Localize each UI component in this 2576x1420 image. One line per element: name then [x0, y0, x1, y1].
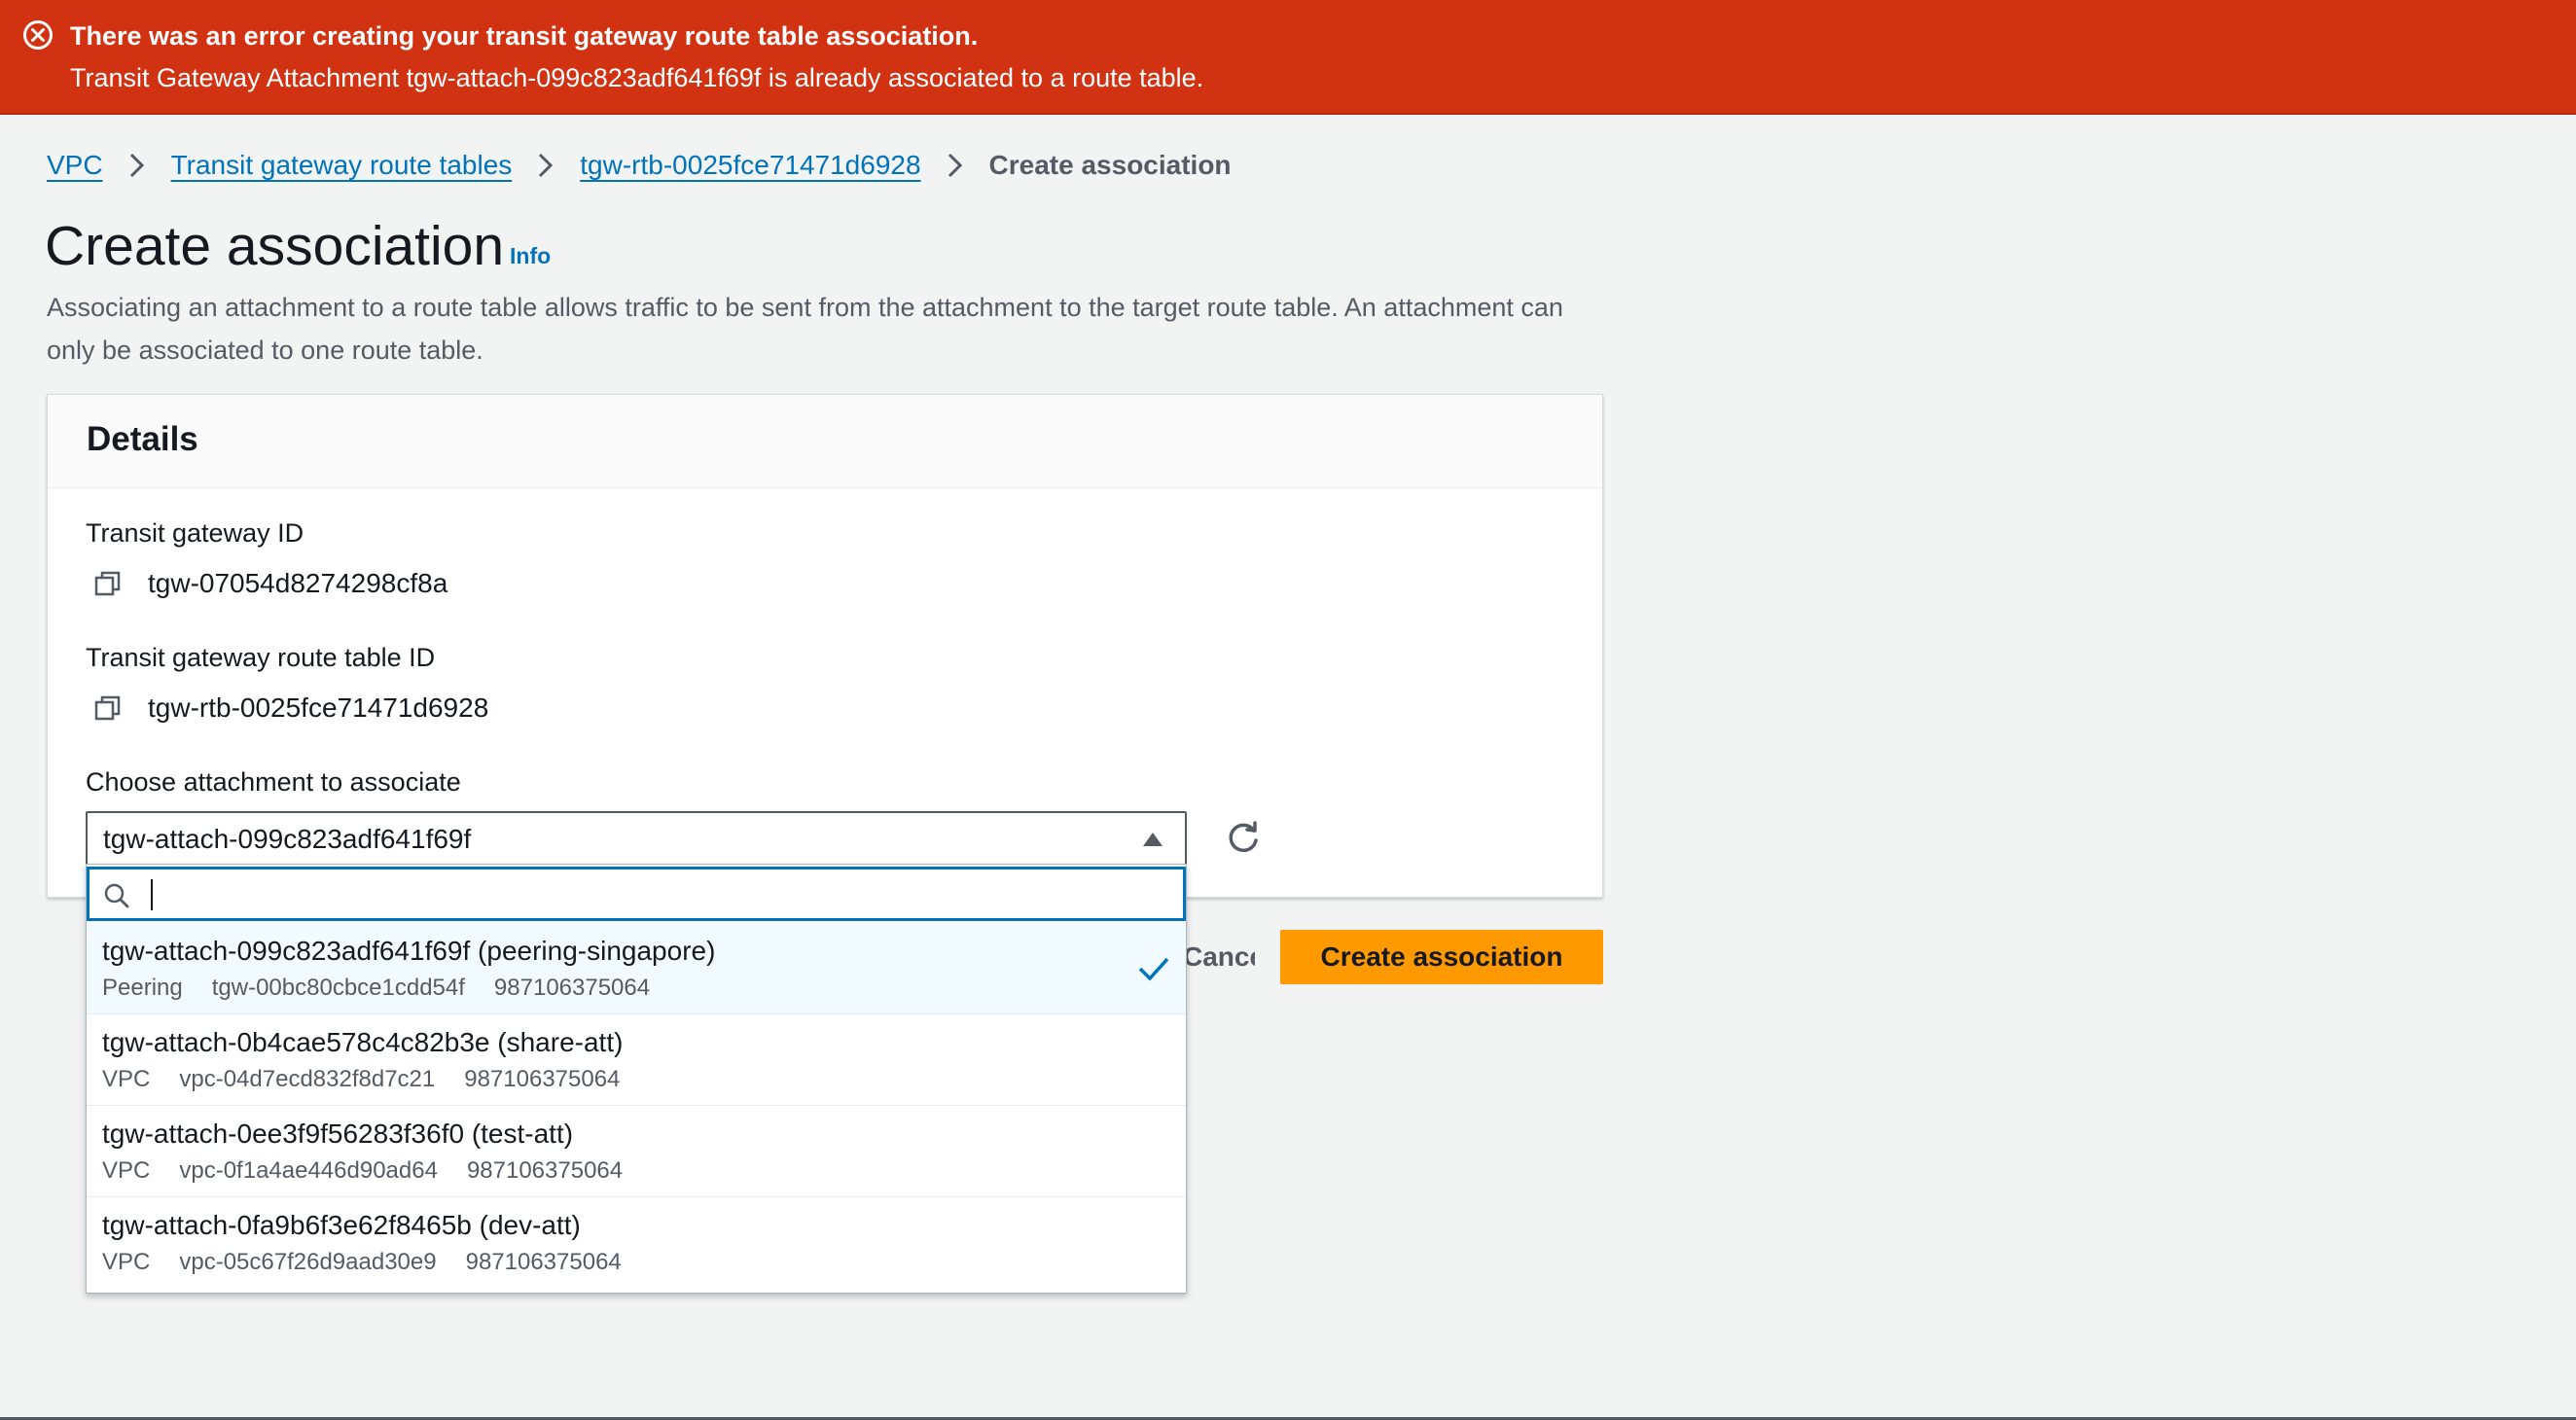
option-resource: tgw-00bc80cbce1cdd54f — [211, 975, 465, 1001]
search-icon — [104, 883, 129, 908]
option-type: VPC — [102, 1066, 151, 1092]
attachment-select-value: tgw-attach-099c823adf641f69f — [103, 824, 472, 854]
option-account: 987106375064 — [465, 1249, 622, 1275]
option-share-att[interactable]: tgw-attach-0b4cae578c4c82b3e (share-att)… — [87, 1014, 1186, 1106]
details-header: Details — [48, 395, 1602, 488]
breadcrumb-route-tables[interactable]: Transit gateway route tables — [171, 150, 513, 181]
refresh-icon[interactable] — [1224, 819, 1263, 858]
option-peering-singapore[interactable]: tgw-attach-099c823adf641f69f (peering-si… — [87, 923, 1186, 1014]
caret-up-icon — [1143, 833, 1163, 846]
option-account: 987106375064 — [464, 1066, 621, 1092]
page-description: Associating an attachment to a route tab… — [47, 293, 1563, 365]
option-type: Peering — [102, 975, 183, 1001]
option-meta: VPC vpc-04d7ecd832f8d7c21 987106375064 — [102, 1065, 649, 1094]
flash-message: Transit Gateway Attachment tgw-attach-09… — [70, 63, 1204, 92]
option-label: tgw-attach-099c823adf641f69f (peering-si… — [102, 936, 716, 966]
option-meta: VPC vpc-0f1a4ae446d90ad64 987106375064 — [102, 1156, 652, 1186]
copy-icon[interactable] — [93, 693, 123, 723]
info-link[interactable]: Info — [510, 243, 551, 269]
text-cursor — [151, 879, 153, 910]
transit-gateway-id-label: Transit gateway ID — [86, 518, 304, 548]
option-account: 987106375064 — [493, 975, 651, 1001]
route-table-id-label: Transit gateway route table ID — [86, 643, 436, 672]
option-account: 987106375064 — [466, 1157, 624, 1184]
option-resource: vpc-05c67f26d9aad30e9 — [179, 1249, 437, 1275]
filter-input[interactable] — [144, 875, 1165, 912]
option-meta: VPC vpc-05c67f26d9aad30e9 987106375064 — [102, 1248, 651, 1277]
page-title: Create association — [45, 215, 505, 277]
option-label: tgw-attach-0ee3f9f56283f36f0 (test-att) — [102, 1118, 574, 1149]
error-circle-icon — [23, 20, 53, 50]
create-association-button[interactable]: Create association — [1280, 930, 1603, 984]
cancel-label: Cancel — [1183, 941, 1255, 972]
chevron-right-icon — [539, 153, 554, 178]
details-title: Details — [87, 420, 198, 458]
option-resource: vpc-0f1a4ae446d90ad64 — [179, 1157, 438, 1184]
chevron-right-icon — [129, 153, 144, 178]
option-dev-att[interactable]: tgw-attach-0fa9b6f3e62f8465b (dev-att) V… — [87, 1197, 1186, 1289]
transit-gateway-id-value: tgw-07054d8274298cf8a — [148, 568, 448, 598]
chevron-right-icon — [948, 153, 962, 178]
check-icon — [1138, 957, 1169, 981]
option-label: tgw-attach-0b4cae578c4c82b3e (share-att) — [102, 1027, 624, 1057]
attachment-dropdown: tgw-attach-099c823adf641f69f (peering-si… — [86, 864, 1187, 1294]
breadcrumb: VPC Transit gateway route tables tgw-rtb… — [47, 146, 1232, 185]
route-table-id-value: tgw-rtb-0025fce71471d6928 — [148, 692, 489, 723]
option-type: VPC — [102, 1249, 151, 1275]
flash-title: There was an error creating your transit… — [70, 21, 979, 51]
breadcrumb-route-table-id[interactable]: tgw-rtb-0025fce71471d6928 — [580, 150, 920, 181]
option-resource: vpc-04d7ecd832f8d7c21 — [179, 1066, 436, 1092]
option-type: VPC — [102, 1157, 151, 1184]
option-meta: Peering tgw-00bc80cbce1cdd54f 9871063750… — [102, 974, 679, 1003]
attachment-select[interactable]: tgw-attach-099c823adf641f69f — [86, 811, 1187, 866]
attachment-label: Choose attachment to associate — [86, 767, 461, 797]
option-test-att[interactable]: tgw-attach-0ee3f9f56283f36f0 (test-att) … — [87, 1106, 1186, 1197]
copy-icon[interactable] — [93, 569, 123, 598]
breadcrumb-current: Create association — [988, 150, 1232, 180]
filter-field[interactable] — [87, 867, 1186, 921]
option-label: tgw-attach-0fa9b6f3e62f8465b (dev-att) — [102, 1210, 581, 1240]
error-flashbar: There was an error creating your transit… — [0, 0, 2576, 115]
breadcrumb-vpc[interactable]: VPC — [47, 150, 103, 181]
